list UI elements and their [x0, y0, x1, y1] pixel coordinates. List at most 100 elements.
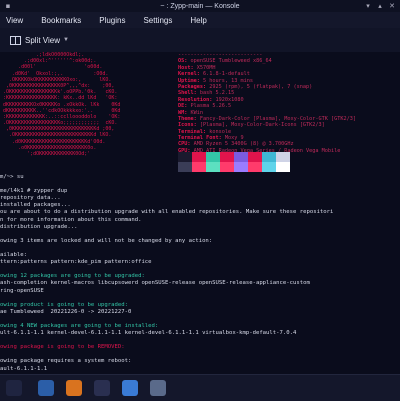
sysinfo-value: X570MH	[193, 64, 216, 71]
sysinfo-value: openSUSE Tumbleweed x86_64	[187, 58, 272, 65]
sysinfo-key: CPU:	[178, 141, 191, 148]
sysinfo-value: Plasma 5.26.5	[187, 103, 232, 110]
sysinfo-key: Packages:	[178, 83, 207, 90]
chevron-down-icon: ▼	[62, 37, 69, 43]
maximize-icon[interactable]: ▴	[376, 2, 384, 10]
sysinfo-key: Theme:	[178, 115, 197, 122]
file-manager-icon[interactable]	[38, 380, 54, 396]
sysinfo-key: Icons:	[178, 122, 197, 129]
terminal-output: m/~> su me/l4k1 # zypper dup repository da…	[0, 174, 400, 374]
split-view-label: Split View	[25, 35, 60, 45]
terminal-line: owing 3 items are locked and will not be…	[0, 237, 213, 244]
palette-swatch	[220, 162, 234, 172]
settings-icon[interactable]	[150, 380, 166, 396]
sysinfo-key: Terminal Font:	[178, 135, 222, 142]
sysinfo-key: Resolution:	[178, 96, 213, 103]
sysinfo-value: ---------------------------	[178, 52, 263, 58]
logo-line: ';dOKKKKKKKKKKKK0Od;'	[0, 151, 91, 157]
browser-icon[interactable]	[66, 380, 82, 396]
terminal-line: n for more information about this comman…	[0, 216, 142, 223]
sysinfo-key: Kernel:	[178, 71, 200, 78]
terminal-line: owing 4 NEW packages are going to be ins…	[0, 322, 159, 329]
terminal-line: me/l4k1 # zypper dup	[0, 188, 68, 195]
menu-plugins[interactable]: Plugins	[99, 16, 125, 25]
terminal-line: ash-completion kernel-macros libcupsower…	[0, 280, 310, 287]
terminal-line: owing 12 packages are going to be upgrad…	[0, 273, 145, 280]
palette-swatch	[276, 162, 290, 172]
palette-swatch	[220, 152, 234, 162]
sysinfo-key: Shell:	[178, 90, 197, 97]
minimize-icon[interactable]: ▾	[364, 2, 372, 10]
terminal-line: owing product is going to be upgraded:	[0, 301, 128, 308]
sysinfo-key: DE:	[178, 103, 188, 110]
sysinfo-value: AMD Ryzen 5 3400G (8) @ 3.700GHz	[190, 141, 294, 148]
sysinfo-value: bash 5.2.15	[196, 90, 235, 97]
toolbar: Split View ▼	[0, 28, 400, 52]
terminal-line: ault-6.1.1-1.1	[0, 365, 48, 372]
konsole-taskbar-icon[interactable]	[94, 380, 110, 396]
distro-ascii-logo: .;ldkO0000Okdl;. .;d00xl:^''''''^:ok00d;…	[0, 52, 178, 157]
sysinfo-value: 6.1.8-1-default	[199, 71, 250, 78]
terminal-line: owing package is going to be REMOVED:	[0, 344, 125, 351]
color-palette	[178, 152, 290, 172]
menu-help[interactable]: Help	[190, 16, 206, 25]
terminal-line: ult-6.1.1-1.1 kernel-devel-6.1.1-1.1 ker…	[0, 330, 297, 337]
palette-swatch	[276, 152, 290, 162]
menu-view[interactable]: View	[6, 16, 23, 25]
window-title: ~ : Zypp-main — Konsole	[160, 2, 240, 10]
palette-swatch	[234, 152, 248, 162]
sysinfo-value: KWin	[187, 109, 203, 116]
terminal-line: repository data...	[0, 195, 61, 202]
music-player-icon[interactable]	[122, 380, 138, 396]
terminal-line: ttern:patterns pattern:kde_pim pattern:o…	[0, 259, 152, 266]
sysinfo-value: Fancy-Dark-Color [Plasma], Moxy-Color-GT…	[196, 115, 357, 122]
terminal-line: ou are about to do a distribution upgrad…	[0, 209, 334, 216]
sysinfo-key: Terminal:	[178, 128, 207, 135]
sysinfo-value: konsole	[206, 128, 232, 135]
terminal-line: installed packages...	[0, 202, 71, 209]
split-view-icon	[10, 35, 21, 45]
sysinfo-value: Moxy 9	[221, 135, 244, 142]
sysinfo-key: Uptime:	[178, 77, 200, 84]
palette-swatch	[192, 162, 206, 172]
terminal-line: ring-openSUSE	[0, 287, 44, 294]
terminal-line: distribution upgrade...	[0, 223, 78, 230]
sysinfo-value: 5 hours, 13 mins	[199, 77, 253, 84]
terminal-view[interactable]: .;ldkO0000Okdl;. .;d00xl:^''''''^:ok00d;…	[0, 52, 400, 374]
terminal-line: owing package requires a system reboot:	[0, 358, 132, 365]
palette-swatch	[206, 162, 220, 172]
menu-bookmarks[interactable]: Bookmarks	[41, 16, 81, 25]
palette-swatch	[178, 152, 192, 162]
palette-swatch	[206, 152, 220, 162]
palette-swatch	[248, 162, 262, 172]
split-view-button[interactable]: Split View ▼	[10, 35, 69, 45]
palette-swatch	[248, 152, 262, 162]
palette-swatch	[262, 152, 276, 162]
window-titlebar: ▪ ~ : Zypp-main — Konsole ▾ ▴ ✕	[0, 0, 400, 12]
menu-bar: View Bookmarks Plugins Settings Help	[0, 12, 400, 28]
menu-settings[interactable]: Settings	[143, 16, 172, 25]
terminal-line: ailable:	[0, 252, 27, 259]
sysinfo-key: OS:	[178, 58, 188, 65]
window-menu-icon[interactable]: ▪	[4, 2, 12, 10]
sysinfo-value: 2925 (rpm), 5 (flatpak), 7 (snap)	[206, 83, 313, 90]
sysinfo-key: WM:	[178, 109, 188, 116]
palette-swatch	[234, 162, 248, 172]
terminal-line: m/~> su	[0, 174, 24, 180]
taskbar	[0, 374, 400, 401]
palette-swatch	[178, 162, 192, 172]
terminal-line: ae Tumbleweed 20221226-0 -> 20221227-0	[0, 308, 132, 315]
palette-swatch	[262, 162, 276, 172]
close-icon[interactable]: ✕	[388, 2, 396, 10]
app-launcher-icon[interactable]	[6, 380, 22, 396]
sysinfo-value: [Plasma], Moxy-Color-Dark-Icons [GTK2/3]	[196, 122, 325, 129]
palette-swatch	[192, 152, 206, 162]
